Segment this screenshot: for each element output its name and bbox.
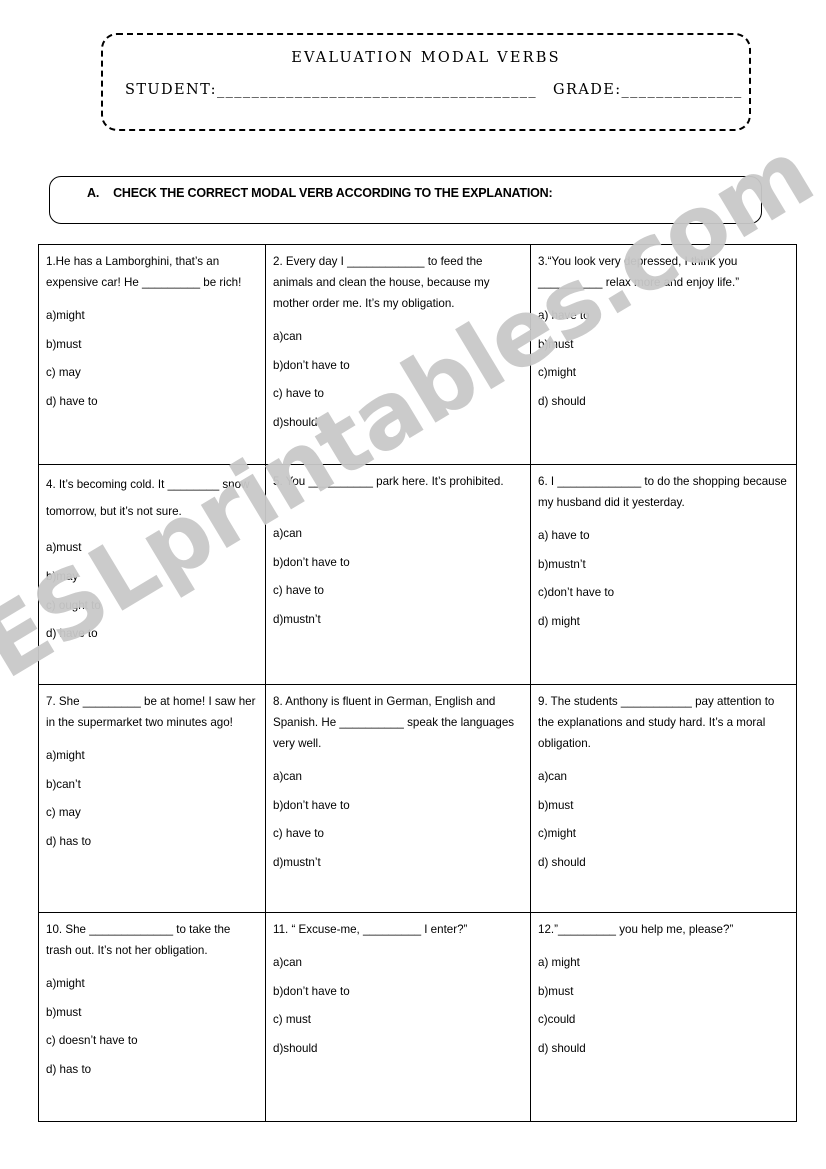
table-row: 7. She _________ be at home! I saw her i… xyxy=(38,684,797,913)
question-option[interactable]: d) has to xyxy=(46,1064,258,1076)
question-option[interactable]: b)must xyxy=(538,986,789,998)
grade-label: GRADE: xyxy=(553,82,622,98)
question-stem: 1.He has a Lamborghini, that’s an expens… xyxy=(46,255,242,290)
question-option[interactable]: a) have to xyxy=(538,310,789,322)
question-option[interactable]: d) should xyxy=(538,1043,789,1055)
question-option[interactable]: d)should xyxy=(273,417,523,429)
question-cell-3[interactable]: 3.“You look very depressed, I think you … xyxy=(530,244,797,465)
question-option[interactable]: d) have to xyxy=(46,628,258,640)
question-cell-5[interactable]: 5. You __________ park here. It’s prohib… xyxy=(265,464,531,685)
question-option[interactable]: b)mustn’t xyxy=(538,559,789,571)
question-option[interactable]: a)can xyxy=(273,771,523,783)
question-option[interactable]: c) ought to xyxy=(46,600,258,612)
question-cell-2[interactable]: 2. Every day I ____________ to feed the … xyxy=(265,244,531,465)
grade-blank[interactable]: ______________ xyxy=(622,82,743,98)
question-cell-10[interactable]: 10. She _____________ to take the trash … xyxy=(38,912,266,1122)
question-option[interactable]: d) have to xyxy=(46,396,258,408)
student-blank[interactable]: _____________________________________ xyxy=(217,82,537,98)
student-label: STUDENT: xyxy=(125,82,217,98)
question-option[interactable]: d) might xyxy=(538,616,789,628)
page-title: EVALUATION MODAL VERBS xyxy=(291,50,561,66)
question-option[interactable]: a)might xyxy=(46,310,258,322)
question-option[interactable]: b)don’t have to xyxy=(273,557,523,569)
question-stem: 12.”_________ you help me, please?” xyxy=(538,923,734,936)
question-option[interactable]: b)don’t have to xyxy=(273,986,523,998)
question-option[interactable]: b)can’t xyxy=(46,779,258,791)
question-stem: 10. She _____________ to take the trash … xyxy=(46,923,231,958)
question-option[interactable]: c) have to xyxy=(273,585,523,597)
question-cell-11[interactable]: 11. “ Excuse-me, _________ I enter?” a)c… xyxy=(265,912,531,1122)
question-option[interactable]: c) must xyxy=(273,1014,523,1026)
question-stem: 6. I _____________ to do the shopping be… xyxy=(538,475,787,510)
question-option[interactable]: a)can xyxy=(273,331,523,343)
question-option[interactable]: c) have to xyxy=(273,828,523,840)
question-option[interactable]: a)can xyxy=(273,528,523,540)
question-option[interactable]: c)might xyxy=(538,828,789,840)
question-option[interactable]: d)mustn’t xyxy=(273,857,523,869)
question-stem: 4. It’s becoming cold. It ________ snow … xyxy=(46,478,250,519)
student-grade-fields: STUDENT:________________________________… xyxy=(125,82,741,98)
header-box: EVALUATION MODAL VERBS STUDENT:_________… xyxy=(101,33,751,131)
question-option[interactable]: a)must xyxy=(46,542,258,554)
question-option[interactable]: c)might xyxy=(538,367,789,379)
question-option[interactable]: c) have to xyxy=(273,388,523,400)
question-option[interactable]: d) should xyxy=(538,857,789,869)
question-option[interactable]: a)can xyxy=(538,771,789,783)
question-option[interactable]: c)don’t have to xyxy=(538,587,789,599)
question-option[interactable]: d)mustn’t xyxy=(273,614,523,626)
question-cell-8[interactable]: 8. Anthony is fluent in German, English … xyxy=(265,684,531,913)
question-option[interactable]: d) should xyxy=(538,396,789,408)
question-option[interactable]: a) have to xyxy=(538,530,789,542)
question-option[interactable]: b)don’t have to xyxy=(273,360,523,372)
table-row: 4. It’s becoming cold. It ________ snow … xyxy=(38,464,797,685)
question-option[interactable]: c) doesn’t have to xyxy=(46,1035,258,1047)
instruction-box: A. CHECK THE CORRECT MODAL VERB ACCORDING… xyxy=(49,176,762,224)
question-option[interactable]: b)must xyxy=(538,800,789,812)
question-option[interactable]: a)can xyxy=(273,957,523,969)
question-stem: 9. The students ___________ pay attentio… xyxy=(538,695,775,751)
question-option[interactable]: c) may xyxy=(46,807,258,819)
question-option[interactable]: a) might xyxy=(538,957,789,969)
questions-table: 1.He has a Lamborghini, that’s an expens… xyxy=(38,244,797,1122)
question-cell-9[interactable]: 9. The students ___________ pay attentio… xyxy=(530,684,797,913)
question-option[interactable]: b)must xyxy=(46,339,258,351)
question-option[interactable]: b)must xyxy=(46,1007,258,1019)
question-stem: 2. Every day I ____________ to feed the … xyxy=(273,255,490,311)
question-cell-12[interactable]: 12.”_________ you help me, please?” a) m… xyxy=(530,912,797,1122)
question-option[interactable]: c)could xyxy=(538,1014,789,1026)
question-option[interactable]: b)may xyxy=(46,571,258,583)
question-stem: 5. You __________ park here. It’s prohib… xyxy=(273,475,504,488)
blank-spacer xyxy=(273,492,523,511)
question-option[interactable]: a)might xyxy=(46,750,258,762)
question-option[interactable]: d)should xyxy=(273,1043,523,1055)
question-cell-4[interactable]: 4. It’s becoming cold. It ________ snow … xyxy=(38,464,266,685)
question-cell-6[interactable]: 6. I _____________ to do the shopping be… xyxy=(530,464,797,685)
worksheet-page: ESLprintables.com EVALUATION MODAL VERBS… xyxy=(0,0,826,1169)
question-stem: 8. Anthony is fluent in German, English … xyxy=(273,695,515,751)
question-stem: 3.“You look very depressed, I think you … xyxy=(538,255,740,290)
question-option[interactable]: b)don’t have to xyxy=(273,800,523,812)
question-option[interactable]: c) may xyxy=(46,367,258,379)
instruction-letter: A. xyxy=(87,186,100,200)
question-cell-7[interactable]: 7. She _________ be at home! I saw her i… xyxy=(38,684,266,913)
question-option[interactable]: a)might xyxy=(46,978,258,990)
instruction-text: A. CHECK THE CORRECT MODAL VERB ACCORDING… xyxy=(87,186,553,200)
question-option[interactable]: d) has to xyxy=(46,836,258,848)
question-option[interactable]: b)must xyxy=(538,339,789,351)
question-stem: 11. “ Excuse-me, _________ I enter?” xyxy=(273,923,468,936)
instruction-body: CHECK THE CORRECT MODAL VERB ACCORDING T… xyxy=(113,186,553,200)
question-stem: 7. She _________ be at home! I saw her i… xyxy=(46,695,256,730)
question-cell-1[interactable]: 1.He has a Lamborghini, that’s an expens… xyxy=(38,244,266,465)
table-row: 1.He has a Lamborghini, that’s an expens… xyxy=(38,244,797,465)
table-row: 10. She _____________ to take the trash … xyxy=(38,912,797,1122)
